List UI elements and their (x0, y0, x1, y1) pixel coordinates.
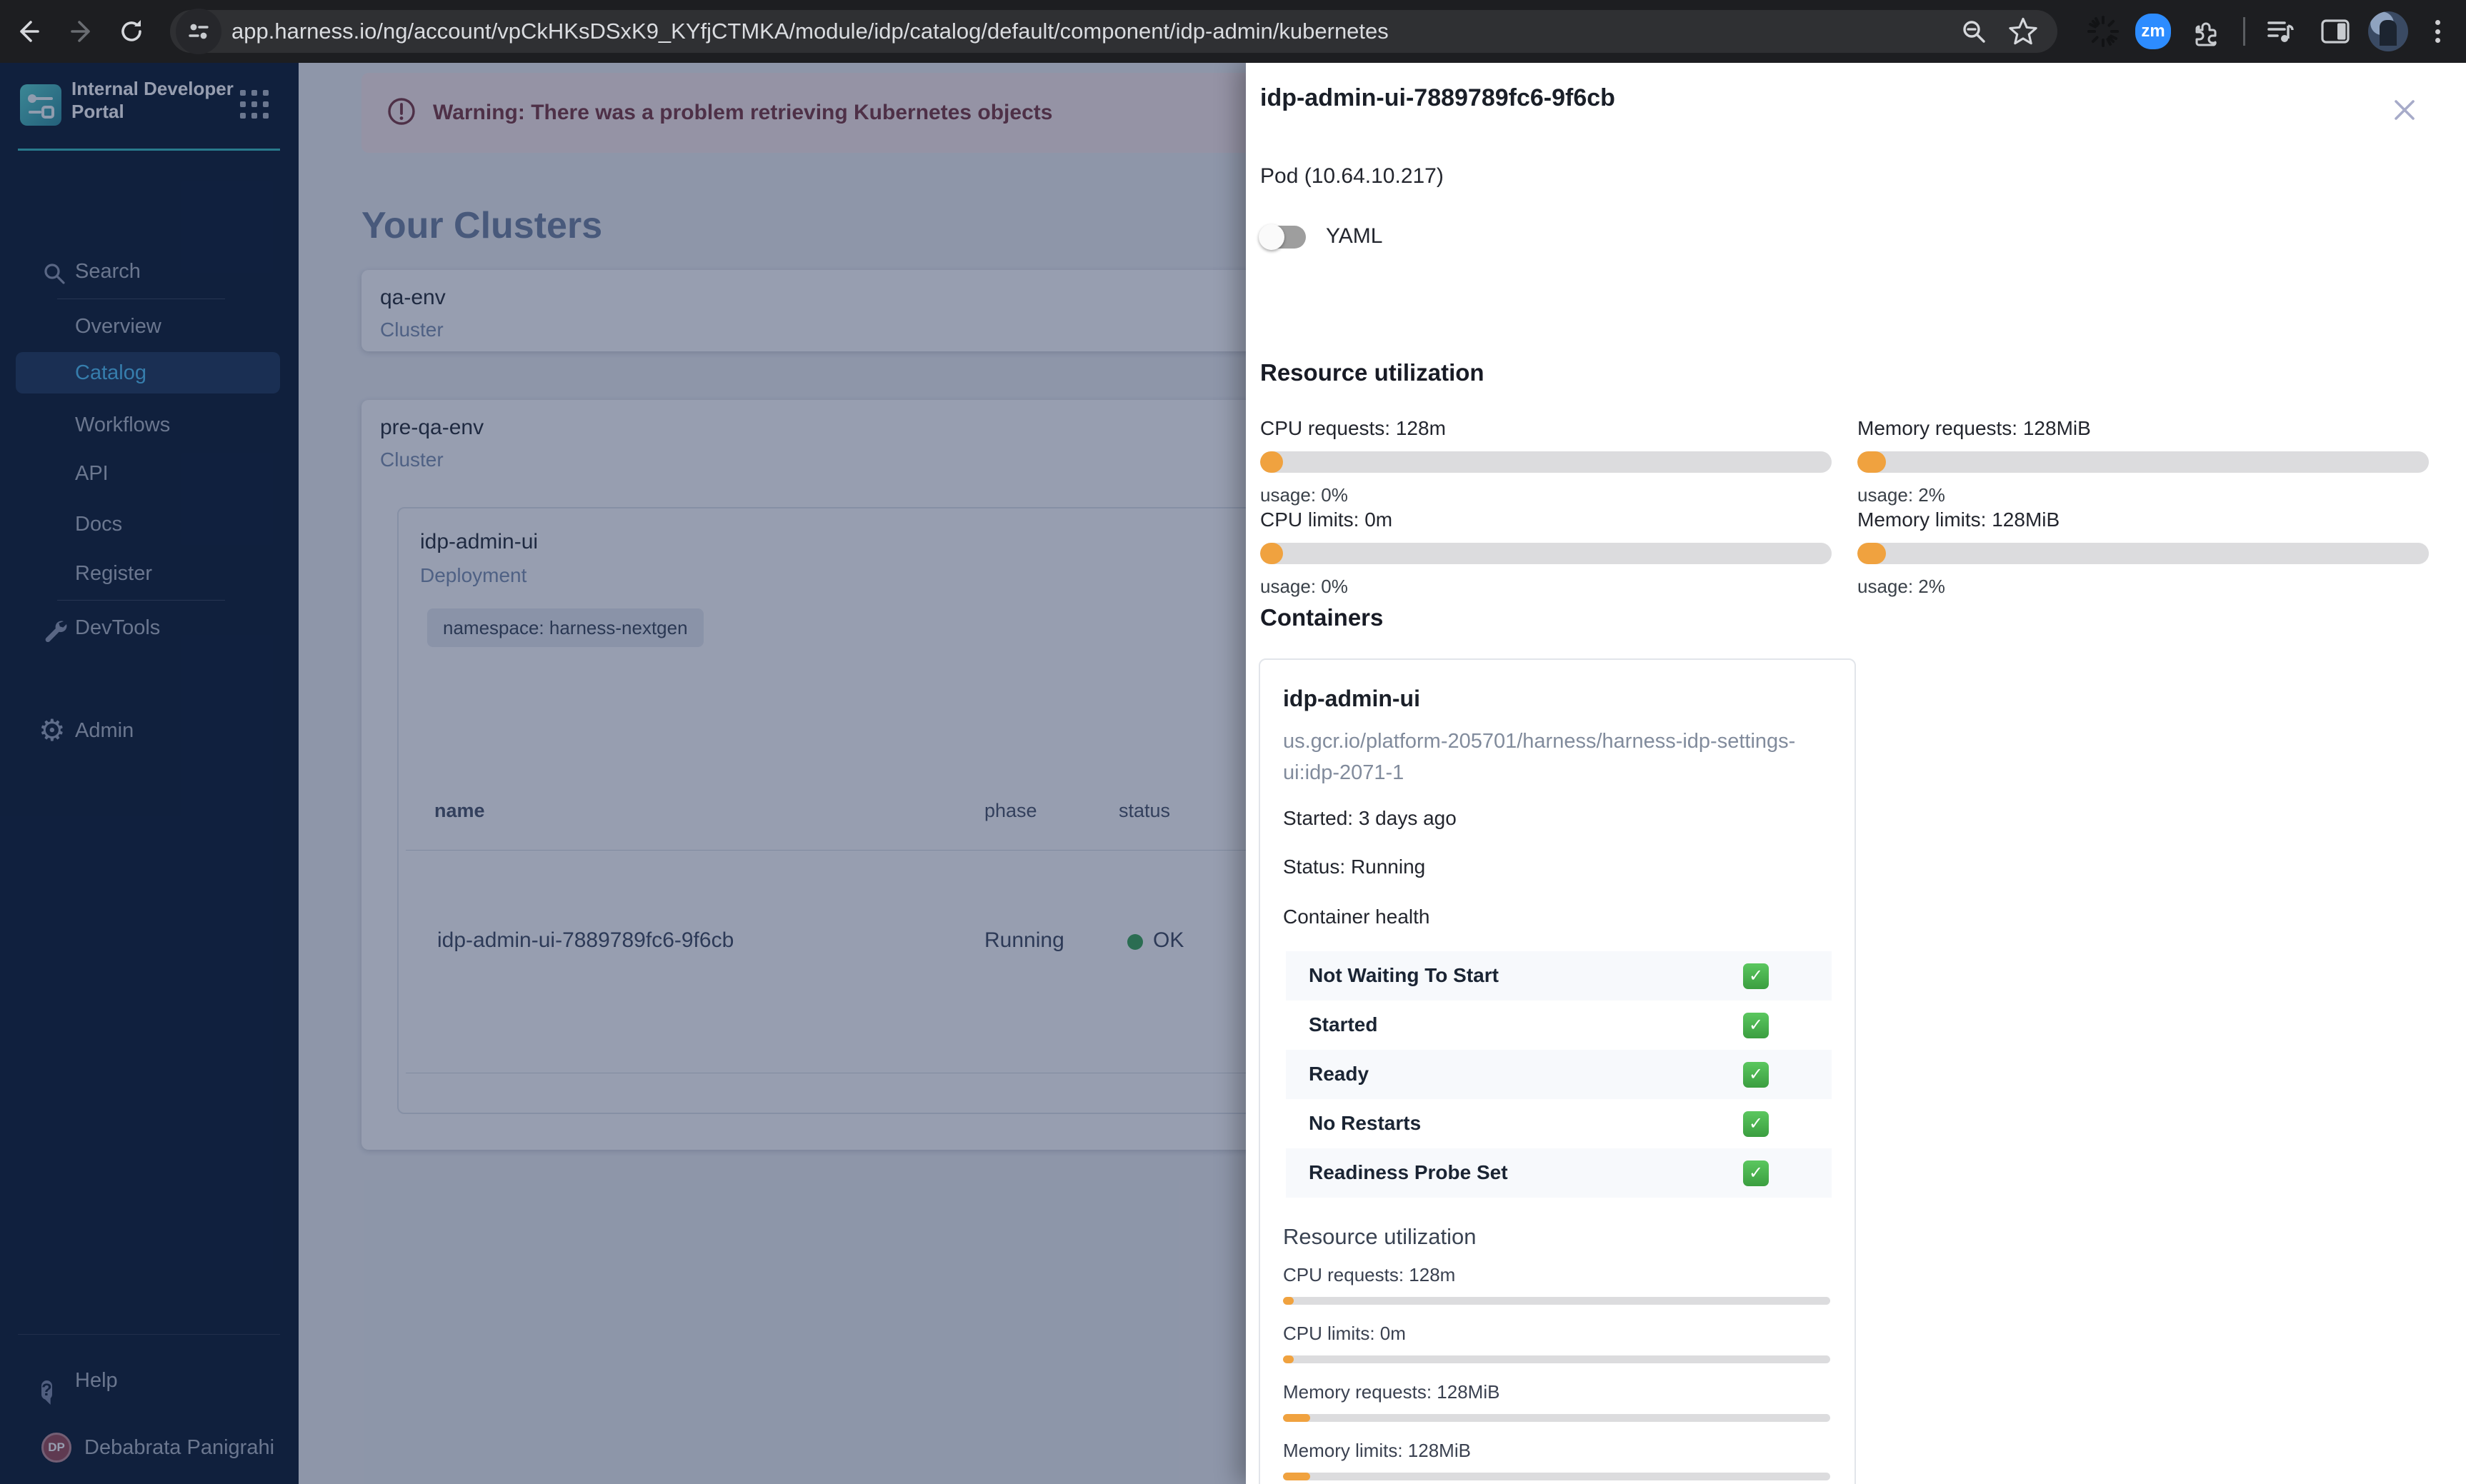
pod-details-drawer: idp-admin-ui-7889789fc6-9f6cb Pod (10.64… (1246, 63, 2466, 1484)
progress-fill (1283, 1297, 1294, 1305)
container-name: idp-admin-ui (1283, 686, 1420, 711)
metric-label: CPU limits: 0m (1283, 1323, 1406, 1344)
browser-toolbar: app.harness.io/ng/account/vpCkHKsDSxK9_K… (0, 0, 2466, 63)
metric-usage: usage: 2% (1857, 484, 1945, 506)
progress-bar (1260, 451, 1832, 473)
check-icon: ✓ (1743, 963, 1769, 989)
url-text[interactable]: app.harness.io/ng/account/vpCkHKsDSxK9_K… (231, 19, 1959, 44)
progress-bar (1260, 543, 1832, 564)
progress-fill (1260, 543, 1283, 564)
health-label: No Restarts (1309, 1112, 1422, 1134)
pod-subtitle: Pod (10.64.10.217) (1260, 164, 1444, 188)
container-card: idp-admin-ui us.gcr.io/platform-205701/h… (1259, 658, 1856, 1484)
check-icon: ✓ (1743, 1111, 1769, 1137)
kebab-menu-icon[interactable] (2430, 16, 2445, 47)
container-started: Started: 3 days ago (1283, 807, 1457, 829)
progress-bar (1283, 1297, 1830, 1305)
progress-fill (1283, 1414, 1311, 1422)
toggle-knob (1259, 224, 1284, 250)
progress-bar (1283, 1473, 1830, 1480)
health-row: Not Waiting To Start ✓ (1286, 951, 1832, 1001)
yaml-toggle[interactable] (1259, 224, 1306, 250)
check-icon: ✓ (1743, 1160, 1769, 1186)
extension-spinner-icon[interactable] (2085, 0, 2122, 63)
bookmark-star-icon[interactable] (2007, 16, 2039, 47)
metric-cpu-requests: CPU requests: 128m usage: 0% (1260, 417, 1832, 506)
progress-fill (1260, 451, 1283, 473)
metric-label: CPU limits: 0m (1260, 508, 1393, 531)
health-label: Started (1309, 1013, 1378, 1036)
progress-fill (1857, 543, 1886, 564)
metric-label: Memory limits: 128MiB (1857, 508, 2060, 531)
metric-usage: usage: 0% (1260, 576, 1348, 597)
site-settings-icon[interactable] (176, 9, 221, 54)
container-resource-title: Resource utilization (1283, 1224, 1477, 1249)
forward-icon[interactable] (66, 16, 97, 47)
back-icon[interactable] (13, 16, 44, 47)
extensions-puzzle-icon[interactable] (2187, 0, 2222, 63)
progress-bar (1857, 451, 2429, 473)
metric-memory-limits: Memory limits: 128MiB usage: 2% (1857, 508, 2429, 597)
check-icon: ✓ (1743, 1013, 1769, 1038)
yaml-toggle-label: YAML (1326, 224, 1383, 248)
health-label: Not Waiting To Start (1309, 964, 1499, 986)
metric-usage: usage: 2% (1857, 576, 1945, 597)
close-icon[interactable] (2389, 94, 2420, 126)
container-image: us.gcr.io/platform-205701/harness/harnes… (1283, 730, 1796, 784)
metric-label: CPU requests: 128m (1260, 417, 1446, 439)
zoom-extension-label: zm (2135, 14, 2171, 49)
metric-label: CPU requests: 128m (1283, 1264, 1456, 1285)
resource-utilization-title: Resource utilization (1260, 359, 1484, 386)
health-row: Readiness Probe Set ✓ (1286, 1148, 1832, 1198)
metric-label: Memory requests: 128MiB (1283, 1381, 1500, 1403)
side-panel-icon[interactable] (2317, 0, 2353, 63)
reload-icon[interactable] (116, 16, 147, 47)
progress-bar (1283, 1414, 1830, 1422)
check-icon: ✓ (1743, 1062, 1769, 1088)
profile-avatar[interactable] (2368, 11, 2408, 51)
metric-label: Memory requests: 128MiB (1857, 417, 2091, 439)
health-row: Started ✓ (1286, 1001, 1832, 1050)
containers-title: Containers (1260, 604, 1384, 631)
progress-fill (1283, 1473, 1311, 1480)
metric-usage: usage: 0% (1260, 484, 1348, 506)
url-bar[interactable]: app.harness.io/ng/account/vpCkHKsDSxK9_K… (170, 9, 2057, 54)
zoom-extension-icon[interactable]: zm (2135, 0, 2171, 63)
media-playlist-icon[interactable] (2263, 0, 2297, 63)
health-label: Readiness Probe Set (1309, 1161, 1508, 1183)
health-row: Ready ✓ (1286, 1050, 1832, 1099)
progress-bar (1857, 543, 2429, 564)
health-label: Ready (1309, 1063, 1369, 1085)
progress-bar (1283, 1355, 1830, 1363)
progress-fill (1283, 1355, 1294, 1363)
modal-backdrop[interactable] (0, 63, 1246, 1484)
container-status: Status: Running (1283, 856, 1426, 878)
metric-cpu-limits: CPU limits: 0m usage: 0% (1260, 508, 1832, 597)
container-health-title: Container health (1283, 906, 1430, 928)
health-row: No Restarts ✓ (1286, 1099, 1832, 1148)
screen: app.harness.io/ng/account/vpCkHKsDSxK9_K… (0, 0, 2466, 1484)
pod-title: idp-admin-ui-7889789fc6-9f6cb (1260, 84, 1615, 111)
metric-label: Memory limits: 128MiB (1283, 1440, 1471, 1461)
progress-fill (1857, 451, 1886, 473)
search-zoom-icon[interactable] (1959, 16, 1989, 46)
toolbar-separator (2243, 17, 2245, 46)
metric-memory-requests: Memory requests: 128MiB usage: 2% (1857, 417, 2429, 506)
